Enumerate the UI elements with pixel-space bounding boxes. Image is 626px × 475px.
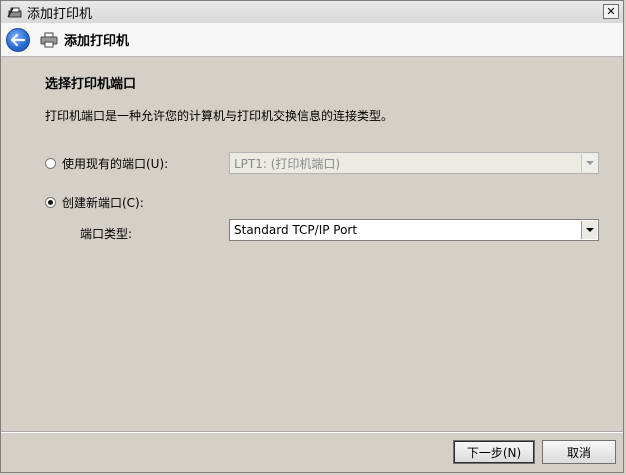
- port-type-select[interactable]: Standard TCP/IP Port: [229, 219, 599, 241]
- port-type-label: 端口类型:: [80, 227, 133, 241]
- close-icon: ✕: [606, 5, 616, 18]
- existing-port-option[interactable]: 使用现有的端口(U):: [45, 155, 168, 172]
- cancel-button-label: 取消: [566, 445, 591, 460]
- existing-port-select[interactable]: LPT1: (打印机端口): [229, 152, 599, 174]
- chevron-down-icon: [581, 154, 597, 172]
- back-button[interactable]: [6, 27, 30, 52]
- title-bar[interactable]: 添加打印机 ✕: [1, 1, 623, 24]
- chevron-down-icon[interactable]: [581, 221, 597, 239]
- port-type-value: Standard TCP/IP Port: [234, 223, 358, 237]
- add-printer-window: 添加打印机 ✕ 添加打印机 选择打印机端口 打印机端口是一种允许您的计算机与打印…: [0, 0, 624, 473]
- existing-port-label: 使用现有的端口(U):: [62, 157, 169, 171]
- next-button-label: 下一步(N): [466, 445, 522, 460]
- new-port-option[interactable]: 创建新端口(C):: [45, 194, 144, 211]
- section-description: 打印机端口是一种允许您的计算机与打印机交换信息的连接类型。: [45, 109, 394, 123]
- existing-port-radio[interactable]: [45, 158, 56, 169]
- next-button[interactable]: 下一步(N): [453, 440, 535, 464]
- printer-icon: [40, 31, 58, 49]
- close-button[interactable]: ✕: [603, 4, 619, 19]
- footer-divider: [1, 431, 623, 433]
- window-title: 添加打印机: [27, 6, 93, 22]
- section-title: 选择打印机端口: [45, 77, 137, 92]
- back-arrow-icon: [11, 33, 25, 46]
- cancel-button[interactable]: 取消: [542, 440, 616, 464]
- wizard-content: 选择打印机端口 打印机端口是一种允许您的计算机与打印机交换信息的连接类型。 使用…: [1, 57, 623, 431]
- printer-wand-icon: [7, 4, 23, 20]
- wizard-title: 添加打印机: [64, 34, 130, 49]
- existing-port-value: LPT1: (打印机端口): [234, 156, 341, 171]
- new-port-label: 创建新端口(C):: [62, 196, 144, 210]
- new-port-radio[interactable]: [45, 197, 56, 208]
- wizard-header: 添加打印机: [1, 23, 623, 57]
